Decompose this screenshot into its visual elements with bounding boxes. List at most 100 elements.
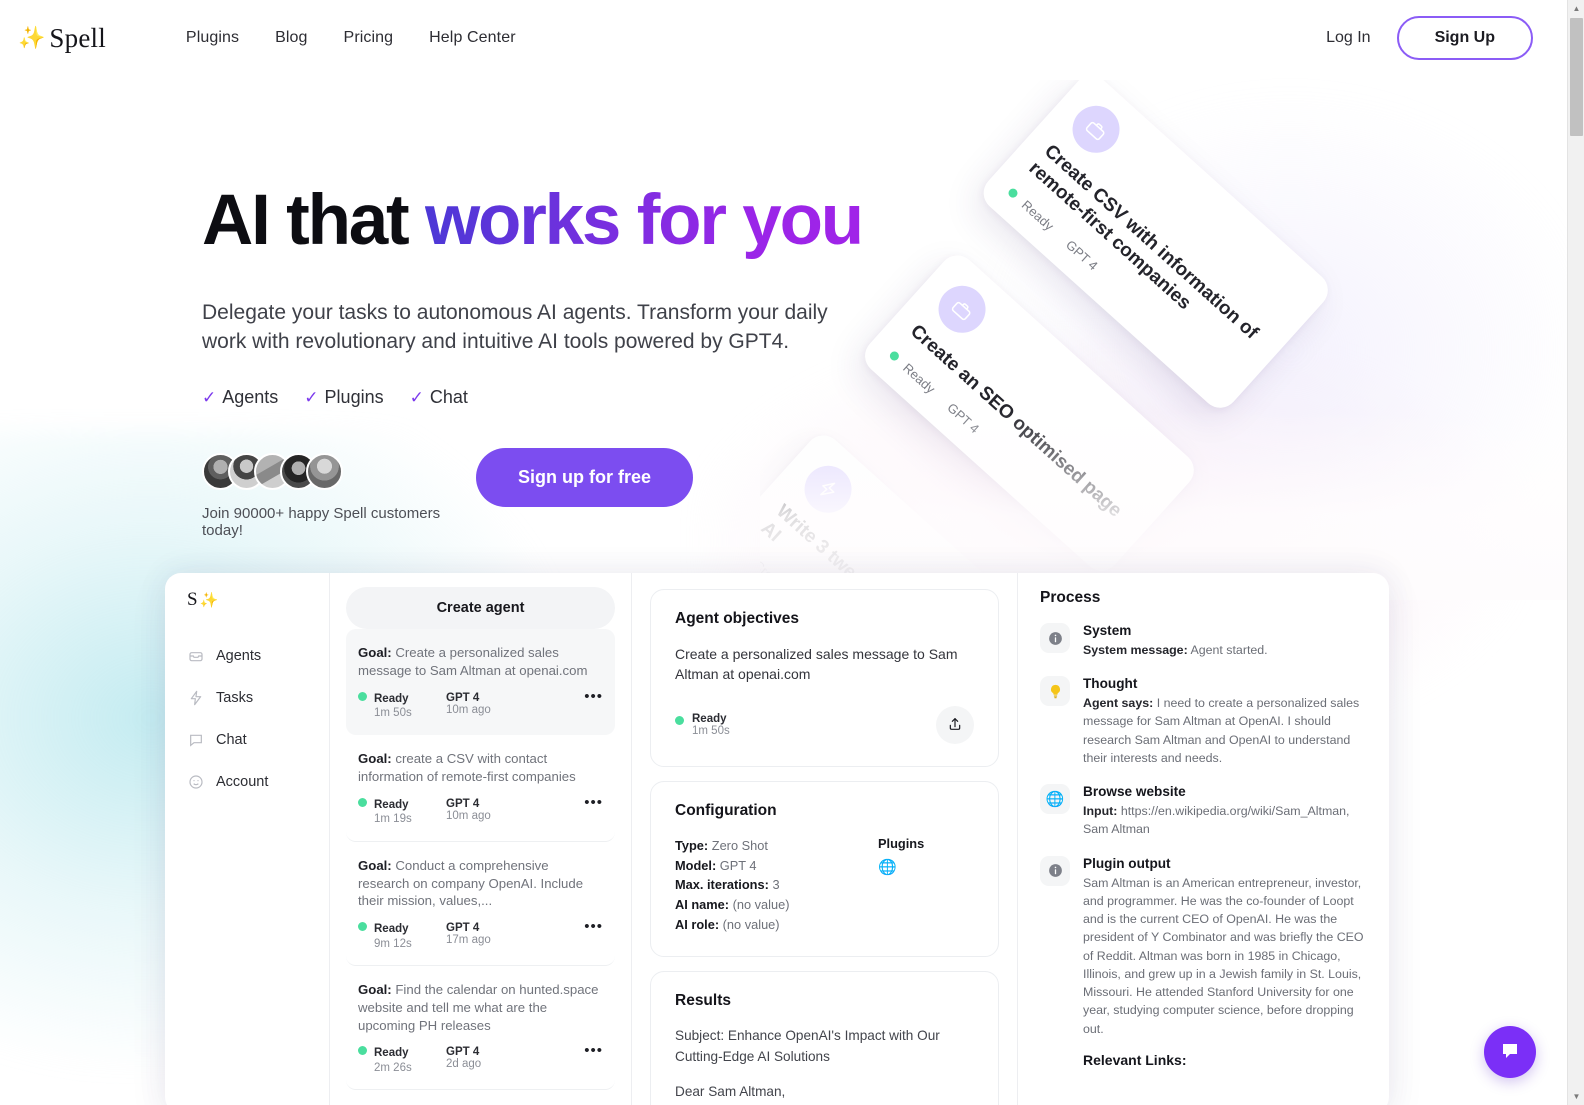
- app-sidebar: S ✨ Agents Tasks Chat Account: [165, 573, 330, 1105]
- check-icon: ✓: [304, 387, 319, 407]
- agent-status: Ready 1m 19s: [358, 798, 446, 827]
- avatar: [306, 453, 343, 491]
- more-options-icon[interactable]: •••: [584, 1044, 603, 1058]
- config-label: Type:: [675, 838, 709, 854]
- sidebar-item-chat[interactable]: Chat: [187, 723, 329, 756]
- status-text: Ready 1m 19s: [374, 798, 412, 827]
- scrollbar-thumb[interactable]: [1570, 18, 1583, 136]
- sidebar-item-label: Tasks: [216, 689, 254, 706]
- avatar-group: [202, 453, 452, 491]
- process-step-thought: Thought Agent says: I need to create a p…: [1040, 676, 1367, 767]
- brand-logo[interactable]: ✨ Spell: [18, 23, 106, 54]
- step-title: System: [1083, 623, 1132, 638]
- model-label: GPT 4: [446, 798, 480, 810]
- nav-item-blog[interactable]: Blog: [275, 29, 307, 47]
- signup-free-button[interactable]: Sign up for free: [476, 448, 694, 508]
- step-value: Agent started.: [1187, 643, 1268, 657]
- page-title: AI that works for you: [202, 184, 922, 257]
- create-agent-button[interactable]: Create agent: [346, 587, 615, 629]
- floating-card-title: Create an SEO optimised page: [906, 320, 1126, 522]
- status-dot: [358, 798, 367, 807]
- more-options-icon[interactable]: •••: [584, 689, 603, 703]
- card-title: Agent objectives: [675, 610, 800, 627]
- chat-widget-button[interactable]: [1484, 1026, 1536, 1078]
- step-body: System System message: Agent started.: [1083, 623, 1367, 659]
- nav-item-plugins[interactable]: Plugins: [186, 29, 239, 47]
- inbox-icon: [187, 647, 204, 664]
- model-label: GPT 4: [944, 400, 983, 437]
- feature-chat: ✓ Chat: [410, 387, 468, 408]
- scroll-up-icon[interactable]: ▲: [1568, 0, 1584, 17]
- more-options-icon[interactable]: •••: [584, 795, 603, 809]
- duration-label: 1m 19s: [374, 813, 412, 826]
- table-row[interactable]: Goal: Find the calendar on hunted.space …: [346, 966, 615, 1091]
- feature-plugins: ✓ Plugins: [304, 387, 383, 408]
- duration-label: 2m 26s: [374, 1061, 412, 1074]
- more-options-icon[interactable]: •••: [584, 920, 603, 934]
- nav-item-pricing[interactable]: Pricing: [344, 29, 394, 47]
- model-label: GPT 4: [1062, 237, 1101, 274]
- info-icon: [1040, 623, 1070, 653]
- floating-card-title: Create CSV with information of remote-fi…: [1024, 140, 1263, 344]
- config-label: AI name:: [675, 897, 730, 913]
- sidebar-item-label: Account: [216, 773, 269, 790]
- step-body: Plugin output Sam Altman is an American …: [1083, 856, 1367, 1068]
- floating-card-csv: Create CSV with information of remote-fi…: [976, 80, 1336, 416]
- agent-status: Ready 2m 26s: [358, 1046, 446, 1075]
- share-icon: [947, 716, 963, 735]
- sidebar-item-label: Chat: [216, 731, 247, 748]
- agent-status: Ready 9m 12s: [358, 922, 446, 951]
- result-subject: Subject: Enhance OpenAI's Impact with Ou…: [675, 1028, 940, 1064]
- status-label: Ready: [692, 713, 727, 726]
- share-button[interactable]: [936, 706, 974, 745]
- login-link[interactable]: Log In: [1326, 29, 1370, 47]
- chat-bubble-icon: [187, 731, 204, 748]
- scroll-down-icon[interactable]: ▼: [1568, 1088, 1584, 1105]
- sidebar-item-tasks[interactable]: Tasks: [187, 681, 329, 714]
- lightbulb-icon: [1040, 676, 1070, 707]
- table-row[interactable]: Goal: Create a personalized sales messag…: [346, 629, 615, 736]
- app-logo-letter: S: [187, 589, 198, 610]
- config-row-ai-name: AI name: (no value): [675, 895, 878, 915]
- age-label: 10m ago: [446, 810, 491, 822]
- nav-item-help-center[interactable]: Help Center: [429, 29, 515, 47]
- social-proof-note: Join 90000+ happy Spell customers today!: [202, 505, 441, 540]
- agent-detail-panel: Agent objectives Create a personalized s…: [632, 573, 1017, 1105]
- sidebar-item-agents[interactable]: Agents: [187, 639, 329, 672]
- status-label: Ready: [1018, 197, 1057, 234]
- hero-feature-list: ✓ Agents ✓ Plugins ✓ Chat: [202, 387, 922, 408]
- lightning-icon: [187, 689, 204, 706]
- agent-model: GPT 4 2d ago: [446, 1046, 538, 1070]
- step-title: Thought: [1083, 676, 1138, 692]
- feature-label: Chat: [429, 387, 468, 408]
- app-preview: S ✨ Agents Tasks Chat Account Create age…: [165, 573, 1389, 1105]
- agent-model: GPT 4 10m ago: [446, 798, 538, 822]
- table-row[interactable]: Goal: create a CSV with contact informat…: [346, 735, 615, 842]
- sidebar-item-account[interactable]: Account: [187, 765, 329, 798]
- agent-model: GPT 4 10m ago: [446, 692, 538, 716]
- status-text: Ready 1m 50s: [692, 713, 730, 737]
- status-label: Ready: [374, 923, 409, 936]
- objective-footer: Ready 1m 50s: [675, 706, 974, 745]
- step-label: Agent says:: [1083, 696, 1154, 711]
- step-title: Browse website: [1083, 784, 1186, 800]
- step-body: Browse website Input: https://en.wikiped…: [1083, 784, 1367, 838]
- chat-bubble-icon: [1498, 1039, 1522, 1066]
- duration-label: 1m 50s: [374, 707, 412, 719]
- plugins-label: Plugins: [878, 836, 925, 852]
- goal-text: Conduct a comprehensive research on comp…: [358, 857, 584, 909]
- page-scrollbar[interactable]: ▲ ▼: [1567, 0, 1584, 1105]
- agent-meta: Ready 9m 12s GPT 4 17m ago •••: [358, 920, 603, 951]
- table-row[interactable]: Goal: Conduct a comprehensive research o…: [346, 842, 615, 966]
- feature-label: Agents: [222, 387, 279, 408]
- configuration-body: Type: Zero Shot Model: GPT 4 Max. iterat…: [675, 836, 974, 934]
- model-label: GPT 4: [446, 1046, 480, 1059]
- config-value: GPT 4: [719, 857, 757, 873]
- signup-button[interactable]: Sign Up: [1396, 16, 1533, 60]
- config-row-ai-role: AI role: (no value): [675, 915, 878, 935]
- status-label: Ready: [374, 1047, 409, 1060]
- status-text: Ready 9m 12s: [374, 922, 412, 951]
- main-nav: Plugins Blog Pricing Help Center: [186, 29, 516, 47]
- config-row-model: Model: GPT 4: [675, 856, 878, 876]
